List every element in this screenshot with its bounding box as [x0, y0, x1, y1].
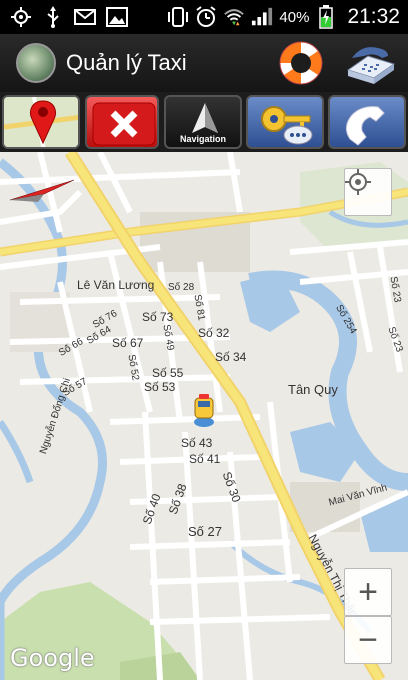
battery-icon: [315, 5, 337, 29]
label-tan-quy: Tân Quy: [288, 382, 338, 397]
map-pin-icon: [4, 97, 78, 147]
label-so-43: Số 43: [181, 436, 213, 450]
label-so-67: Số 67: [112, 336, 144, 350]
zoom-in-button[interactable]: +: [344, 568, 392, 616]
close-button[interactable]: [85, 95, 159, 149]
app-title: Quản lý Taxi: [66, 50, 187, 75]
navigation-label: Navigation: [179, 134, 226, 144]
label-so-34: Số 34: [215, 350, 247, 364]
vibrate-icon: [167, 6, 189, 28]
label-le-van-luong: Lê Văn Lương: [77, 278, 155, 292]
taxi-marker-icon[interactable]: [190, 392, 218, 428]
label-so-53: Số 53: [144, 380, 176, 394]
zoom-out-button[interactable]: −: [344, 616, 392, 664]
label-so-55: Số 55: [152, 366, 184, 380]
lifebuoy-icon[interactable]: [274, 38, 328, 88]
battery-percent: 40%: [279, 8, 310, 26]
label-so-32: Số 32: [198, 326, 230, 340]
clock: 21:32: [347, 5, 400, 28]
my-location-icon: [345, 169, 371, 195]
usb-icon: [42, 6, 64, 28]
label-so-28: Số 28: [168, 282, 195, 293]
alarm-icon: [195, 6, 217, 28]
google-logo: Google: [10, 644, 95, 672]
signal-icon: [251, 6, 273, 28]
phone-call-button[interactable]: [328, 95, 406, 149]
key-chat-button[interactable]: [246, 95, 324, 149]
map-view[interactable]: Lê Văn Lương Số 28 Số 76 Số 73 Số 64 Số …: [0, 152, 408, 680]
status-bar: 40% 21:32: [0, 0, 408, 34]
map-pin-button[interactable]: [2, 95, 80, 149]
gps-icon: [10, 6, 32, 28]
app-logo-icon: [16, 43, 56, 83]
my-location-button[interactable]: [344, 168, 392, 216]
toolbar: Navigation: [0, 92, 408, 152]
telephone-icon[interactable]: [344, 42, 398, 86]
phone-call-icon: [346, 106, 385, 146]
navigation-button[interactable]: Navigation: [164, 95, 242, 149]
wifi-icon: [223, 6, 245, 28]
label-so-41: Số 41: [189, 452, 221, 466]
key-chat-icon: [261, 106, 313, 145]
label-so-73: Số 73: [142, 310, 174, 324]
image-icon: [106, 6, 128, 28]
close-icon: [92, 102, 156, 146]
gmail-icon: [74, 6, 96, 28]
label-so-27: Số 27: [188, 524, 222, 539]
